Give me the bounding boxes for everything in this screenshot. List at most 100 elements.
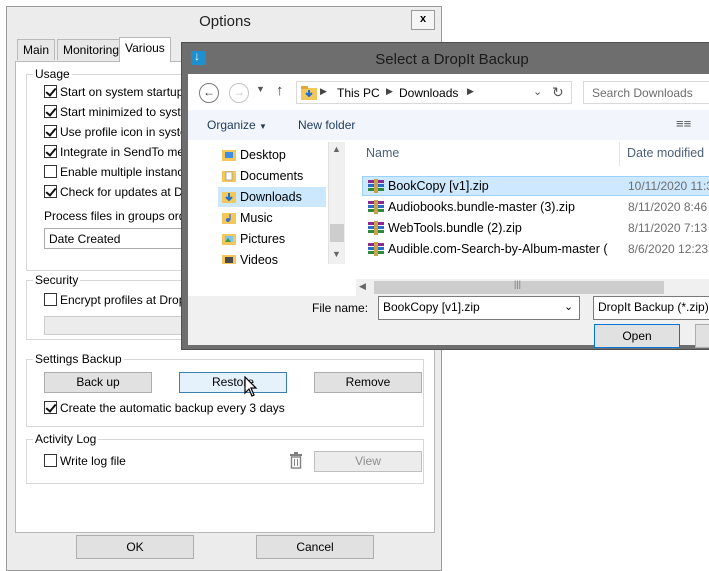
file-name-area: File name: BookCopy [v1].zip ⌄ DropIt Ba… [188,296,709,348]
zip-archive-icon [368,242,384,256]
zip-archive-icon [368,179,384,193]
view-log-button[interactable]: View [314,451,422,472]
checkbox-box[interactable] [44,185,57,198]
command-bar: Organize ▼ New folder ≡≡ [188,110,709,140]
music-folder-icon [222,213,236,224]
tree-item-label: Downloads [240,190,302,204]
remove-button[interactable]: Remove [314,372,422,393]
restore-button[interactable]: Restore [179,372,287,393]
file-name: BookCopy [v1].zip [388,179,489,193]
column-divider[interactable] [619,142,620,166]
file-row[interactable]: WebTools.bundle (2).zip 8/11/2020 7:13 P [362,218,709,238]
checkbox-box[interactable] [44,145,57,158]
open-button[interactable]: Open [594,324,680,348]
recent-locations-chevron-icon[interactable]: ▼ [256,84,265,94]
checkbox-box[interactable] [44,401,57,414]
checkbox-box[interactable] [44,105,57,118]
tab-monitoring[interactable]: Monitoring [57,39,126,60]
file-row[interactable]: BookCopy [v1].zip 10/11/2020 11:3 [362,176,709,196]
trash-icon[interactable] [289,452,303,469]
organize-label: Organize [207,118,256,132]
file-date: 8/11/2020 7:13 P [628,221,709,235]
file-name-input[interactable]: BookCopy [v1].zip ⌄ [378,296,580,320]
scrollbar-thumb[interactable] [330,224,344,242]
file-type-select[interactable]: DropIt Backup (*.zip) [593,296,709,320]
checkbox-box[interactable] [44,85,57,98]
tree-scrollbar[interactable]: ▲ ▼ [328,142,345,264]
grip-icon: ||| [514,279,522,289]
options-title: Options [199,13,251,30]
column-header-name[interactable]: Name [366,146,399,160]
tree-item-pictures[interactable]: Pictures [220,229,328,249]
checkbox-label: Write log file [60,454,126,468]
breadcrumb-downloads[interactable]: Downloads [399,86,458,100]
checkbox-label: Create the automatic backup every 3 days [60,401,285,415]
file-name-label: File name: [312,301,369,315]
tree-item-downloads[interactable]: Downloads [218,187,326,207]
checkbox-box[interactable] [44,293,57,306]
breadcrumb-chevron-icon[interactable]: ▶ [386,86,393,97]
back-up-button[interactable]: Back up [44,372,152,393]
desktop-folder-icon [222,150,236,161]
tree-item-desktop[interactable]: Desktop [220,145,328,165]
address-dropdown-icon[interactable]: ⌄ [533,85,542,98]
breadcrumb-this-pc[interactable]: This PC [337,86,380,100]
view-options-icon[interactable]: ≡≡ [676,116,691,131]
file-date: 8/6/2020 12:23 / [628,242,709,256]
pictures-folder-icon [222,234,236,245]
downloads-folder-icon [301,86,317,100]
new-folder-button[interactable]: New folder [298,118,355,132]
mouse-cursor-icon [244,376,258,397]
tree-item-label: Pictures [240,232,286,246]
tree-item-videos[interactable]: Videos [220,250,328,264]
checkbox-label: Integrate in SendTo menu [60,145,198,159]
breadcrumb-chevron-icon[interactable]: ▶ [467,86,474,97]
file-row[interactable]: Audiobooks.bundle-master (3).zip 8/11/20… [362,197,709,217]
scroll-up-icon[interactable]: ▲ [332,144,341,154]
tree-item-label: Documents [240,169,304,183]
checkbox-label: Start on system startup [60,85,184,99]
security-group-label: Security [33,273,81,287]
back-arrow-icon[interactable]: ← [199,83,219,103]
file-name: WebTools.bundle (2).zip [388,221,522,235]
file-date: 8/11/2020 8:46 P [628,200,709,214]
file-list: Name Date modified BookCopy [v1].zip 10/… [348,142,709,264]
close-button[interactable]: x [411,10,435,30]
breadcrumb-chevron-icon[interactable]: ▶ [320,86,327,97]
tab-various[interactable]: Various [119,37,171,62]
checkbox-box[interactable] [44,454,57,467]
organize-menu[interactable]: Organize ▼ [207,118,267,132]
chevron-down-icon[interactable]: ⌄ [564,300,573,313]
zip-archive-icon [368,221,384,235]
address-bar[interactable]: ▶ This PC ▶ Downloads ▶ ⌄ ↻ [296,81,572,104]
forward-arrow-icon[interactable]: → [229,83,249,103]
search-input[interactable]: Search Downloads [583,81,709,104]
tree-item-label: Desktop [240,148,286,162]
file-date: 10/11/2020 11:3 [628,179,709,193]
file-list-horizontal-scrollbar[interactable]: ◀ ||| [356,279,709,296]
ok-button[interactable]: OK [76,535,194,559]
cancel-button[interactable]: Cancel [256,535,374,559]
cancel-dialog-button[interactable] [695,324,709,348]
downloads-folder-icon [222,192,236,203]
dialog-client-area: ← → ▼ ↑ ▶ This PC ▶ Downloads ▶ ⌄ ↻ Sear… [188,74,709,348]
scroll-left-icon[interactable]: ◀ [359,281,366,292]
up-arrow-icon[interactable]: ↑ [276,82,284,99]
file-name-value: BookCopy [v1].zip [383,300,480,314]
checkbox-label: Enable multiple instances [60,165,197,179]
tree-item-documents[interactable]: Documents [220,166,328,186]
options-title-bar[interactable]: Options x [7,7,441,37]
tab-main[interactable]: Main [17,39,56,60]
tree-item-label: Videos [240,253,278,264]
scrollbar-thumb[interactable]: ||| [374,279,664,294]
dialog-title[interactable]: Select a DropIt Backup [182,51,709,68]
refresh-icon[interactable]: ↻ [552,84,564,101]
videos-folder-icon [222,255,236,264]
checkbox-box[interactable] [44,165,57,178]
file-row[interactable]: Audible.com-Search-by-Album-master ( 8/6… [362,239,709,259]
checkbox-box[interactable] [44,125,57,138]
tree-item-music[interactable]: Music [220,208,328,228]
column-header-date-modified[interactable]: Date modified [627,146,704,160]
navigation-pane: Desktop Documents Downloads Music Pictur… [190,142,345,264]
scroll-down-icon[interactable]: ▼ [332,249,341,259]
